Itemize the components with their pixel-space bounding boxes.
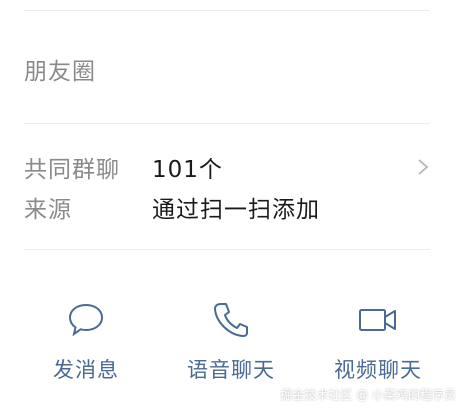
voice-call-button[interactable]: 语音聊天 <box>171 296 291 384</box>
watermark: 掘金技术社区 @ 小菜鸡的程序员 <box>280 388 456 402</box>
video-call-button[interactable]: 视频聊天 <box>318 296 438 384</box>
send-message-button[interactable]: 发消息 <box>26 296 146 384</box>
common-groups-row[interactable]: 共同群聊 101个 <box>24 150 430 184</box>
source-row: 来源 通过扫一扫添加 <box>24 190 430 224</box>
send-message-label: 发消息 <box>53 358 119 382</box>
divider-top <box>24 10 430 11</box>
divider-after-moments <box>24 123 430 124</box>
chat-bubble-icon <box>68 303 104 337</box>
common-groups-label: 共同群聊 <box>24 157 120 183</box>
video-camera-icon <box>359 309 396 331</box>
source-value: 通过扫一扫添加 <box>152 197 320 223</box>
phone-icon <box>214 303 248 337</box>
moments-entry[interactable]: 朋友圈 <box>24 52 96 86</box>
chevron-right-icon <box>418 159 429 175</box>
video-call-label: 视频聊天 <box>334 358 422 382</box>
action-bar: 发消息 语音聊天 视频聊天 <box>0 296 466 388</box>
common-groups-value: 101个 <box>152 157 223 183</box>
voice-call-label: 语音聊天 <box>187 358 275 382</box>
contact-profile-panel: 朋友圈 共同群聊 101个 来源 通过扫一扫添加 发消息 语音聊天 视频聊天 掘… <box>0 0 466 413</box>
divider-before-actions <box>24 249 430 250</box>
source-label: 来源 <box>24 197 72 223</box>
